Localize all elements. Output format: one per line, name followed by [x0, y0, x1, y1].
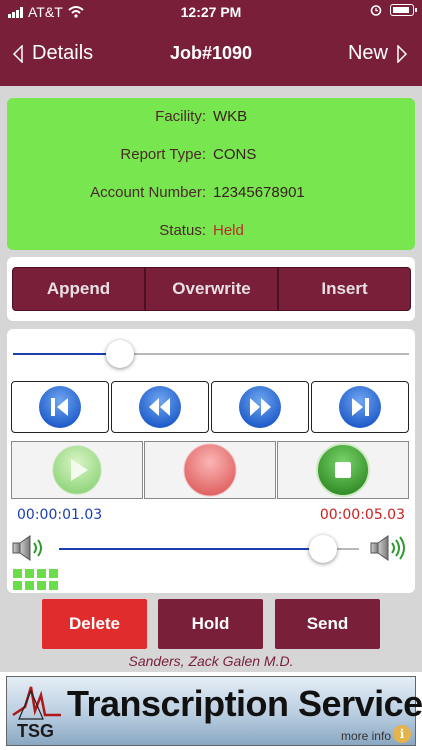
new-label: New: [347, 42, 388, 64]
status-bar: AT&T 12:27 PM: [0, 0, 422, 24]
info-icon[interactable]: i: [393, 725, 411, 743]
author-name: Sanders, Zack Galen M.D.: [128, 653, 294, 669]
account-number-value: 12345678901: [213, 184, 305, 201]
record-button[interactable]: [144, 441, 276, 499]
level-meter-icon: [13, 569, 58, 590]
elapsed-time: 00:00:01.03: [17, 507, 103, 523]
skip-back-icon: [39, 386, 81, 428]
tsg-logo-text: TSG: [17, 721, 55, 741]
play-icon: [52, 445, 102, 495]
chevron-right-icon: [397, 44, 408, 63]
volume-high-icon[interactable]: [369, 534, 409, 562]
ad-banner-image[interactable]: TSG Transcription Services more info i: [6, 676, 422, 746]
job-info-card: Facility: WKB Report Type: CONS Account …: [7, 98, 415, 250]
volume-low-icon[interactable]: [11, 534, 47, 562]
nav-bar: Details Job#1090 New: [0, 24, 422, 86]
send-label: Send: [306, 614, 349, 633]
volume-slider-thumb[interactable]: [309, 535, 337, 563]
position-slider[interactable]: [13, 339, 409, 369]
status-label: Status:: [159, 222, 206, 239]
insert-label: Insert: [321, 279, 368, 298]
hold-button[interactable]: Hold: [158, 599, 263, 649]
account-number-label: Account Number:: [90, 184, 206, 201]
volume-slider-fill: [59, 548, 323, 550]
stop-icon: [316, 443, 370, 497]
append-label: Append: [46, 279, 111, 298]
player-panel: 00:00:01.03 00:00:05.03: [7, 329, 415, 593]
delete-button[interactable]: Delete: [42, 599, 147, 649]
send-button[interactable]: Send: [275, 599, 380, 649]
tsg-logo-icon: [12, 686, 61, 720]
banner-title: Transcription Services: [67, 683, 422, 724]
position-slider-fill: [13, 353, 120, 355]
skip-forward-button[interactable]: [311, 381, 409, 433]
facility-value: WKB: [213, 108, 248, 125]
hold-label: Hold: [191, 614, 230, 633]
play-button[interactable]: [11, 441, 143, 499]
volume-slider[interactable]: [59, 534, 359, 564]
rewind-icon: [139, 386, 181, 428]
skip-back-button[interactable]: [11, 381, 109, 433]
ad-banner[interactable]: TSG Transcription Services more info i: [0, 672, 422, 750]
fast-forward-icon: [239, 386, 281, 428]
total-time: 00:00:05.03: [319, 507, 405, 523]
battery-icon: [390, 4, 417, 16]
skip-forward-icon: [339, 386, 381, 428]
new-button[interactable]: New: [348, 42, 408, 65]
mode-panel: Append Overwrite Insert: [7, 257, 415, 321]
overwrite-label: Overwrite: [172, 279, 251, 298]
append-button[interactable]: Append: [12, 267, 145, 311]
position-slider-track: [120, 353, 409, 355]
delete-label: Delete: [68, 614, 121, 633]
clock: 12:27 PM: [180, 4, 242, 20]
report-type-label: Report Type:: [120, 146, 206, 163]
insert-button[interactable]: Insert: [278, 267, 411, 311]
facility-label: Facility:: [155, 108, 206, 125]
fast-forward-button[interactable]: [211, 381, 309, 433]
status-value: Held: [213, 222, 244, 239]
rewind-button[interactable]: [111, 381, 209, 433]
stop-button[interactable]: [277, 441, 409, 499]
position-slider-thumb[interactable]: [106, 340, 134, 368]
overwrite-button[interactable]: Overwrite: [145, 267, 278, 311]
report-type-value: CONS: [213, 146, 257, 163]
record-icon: [183, 443, 237, 497]
more-info-link[interactable]: more info: [341, 729, 391, 743]
alarm-icon: [370, 5, 382, 16]
